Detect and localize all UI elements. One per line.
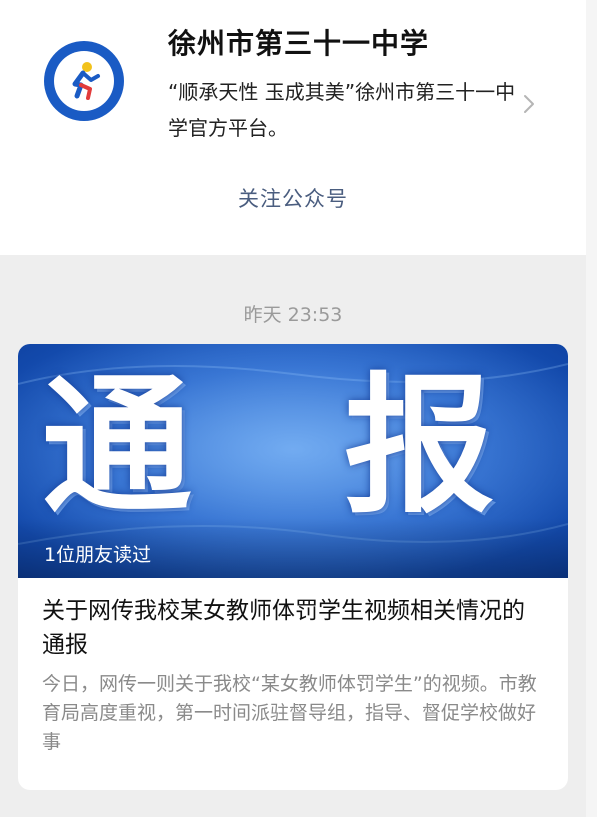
message-timestamp: 昨天 23:53 <box>243 304 343 326</box>
account-description: “顺承天性 玉成其美”徐州市第三十一中学官方平台。 <box>168 80 516 140</box>
friends-read-count: 1位朋友读过 <box>44 544 152 566</box>
article-card[interactable]: 通 报 1位朋友读过 关于网传我校某女教师体罚学生视频相关情况的通报 今日，网传… <box>18 344 568 790</box>
right-edge-strip <box>586 0 597 817</box>
school-logo-icon[interactable] <box>44 41 124 121</box>
follow-account-button[interactable]: 关注公众号 <box>0 183 586 213</box>
article-title[interactable]: 关于网传我校某女教师体罚学生视频相关情况的通报 <box>42 594 547 662</box>
article-cover-image[interactable]: 通 报 1位朋友读过 <box>18 344 568 578</box>
runner-figure-icon <box>72 62 100 100</box>
account-header: 徐州市第三十一中学 “顺承天性 玉成其美”徐州市第三十一中学官方平台。 关注公众… <box>0 0 586 255</box>
account-name[interactable]: 徐州市第三十一中学 <box>168 22 429 62</box>
article-summary: 今日，网传一则关于我校“某女教师体罚学生”的视频。市教育局高度重视，第一时间派驻… <box>42 673 537 753</box>
cover-title-text: 通 报 <box>41 360 545 534</box>
chevron-right-icon[interactable] <box>521 94 537 114</box>
logo-emblem <box>54 51 114 111</box>
